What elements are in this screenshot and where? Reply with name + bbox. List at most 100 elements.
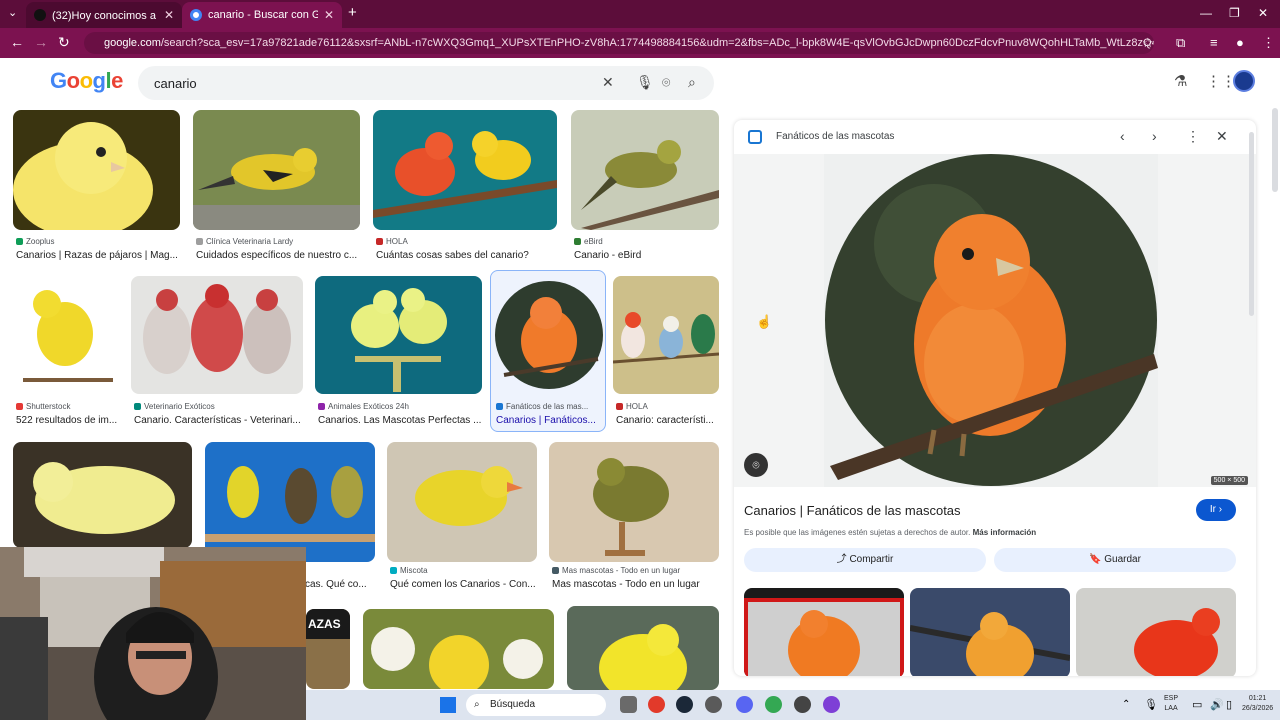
result-image[interactable] [571,110,719,230]
lens-search-icon[interactable]: ⌾ [744,453,768,477]
search-icon[interactable]: ⌕ [688,74,696,91]
panel-scrollbar[interactable] [1249,132,1254,316]
new-tab-button[interactable]: + [348,4,357,21]
related-image[interactable] [744,588,904,676]
result-tile-selected[interactable]: Fanáticos de las mas... Canarios | Fanát… [490,270,606,432]
result-image[interactable] [205,442,375,562]
extensions-icon[interactable]: ⧉ [1176,35,1185,51]
result-image[interactable] [494,275,604,397]
reload-icon[interactable]: ↻ [58,34,70,51]
result-tile[interactable]: Shutterstock 522 resultados de im... [13,276,121,426]
settings-icon[interactable] [705,696,722,713]
maximize-icon[interactable]: ❐ [1229,6,1240,20]
tray-chevron-icon[interactable]: ⌃ [1122,699,1130,710]
menu-icon[interactable]: ⋮ [1262,35,1275,51]
result-caption[interactable]: Qué comen los Canarios - Con... [390,579,538,590]
page-scrollbar[interactable] [1272,108,1278,192]
battery-icon[interactable]: ▯ [1226,698,1232,711]
result-caption[interactable]: Cuántas cosas sabes del canario? [376,250,556,261]
apps-icon[interactable]: ⋮⋮ [1206,72,1236,90]
profile-icon[interactable]: ● [1236,35,1244,50]
next-icon[interactable]: › [1152,128,1157,144]
tab-video[interactable]: (32)Hoy conocimos a María 🤍 ✕ [26,2,182,28]
close-icon[interactable]: ✕ [324,8,334,22]
result-tile[interactable]: Clínica Veterinaria Lardy Cuidados espec… [193,110,361,261]
result-caption[interactable]: Canarios | Razas de pájaros | Mag... [16,250,181,261]
tab-search-icon[interactable]: ⌄ [8,6,17,19]
more-options-icon[interactable]: ⋮ [1186,128,1200,145]
bookmark-star-icon[interactable]: ☆ [1142,35,1154,51]
preview-image[interactable] [734,154,1256,487]
tab-google-search[interactable]: canario - Buscar con Google ✕ [182,2,342,28]
search-input[interactable] [154,66,574,100]
result-image[interactable] [613,276,719,394]
panel-source[interactable]: Fanáticos de las mascotas [776,131,894,142]
forward-icon[interactable]: → [34,34,48,50]
clock[interactable]: 01:21 26/3/2026 [1242,694,1273,714]
result-tile[interactable]: HOLA Cuántas cosas sabes del canario? [373,110,559,261]
media-icon[interactable]: ≡ [1210,35,1218,50]
result-caption[interactable]: cas. Qué co... [305,579,373,590]
result-tile[interactable]: Mas mascotas - Todo en un lugar Mas masc… [549,442,720,592]
app-icon[interactable] [794,696,811,713]
result-tile[interactable]: Miscota Qué comen los Canarios - Con... [387,442,538,592]
lens-icon[interactable]: ⌾ [662,74,670,91]
result-tile[interactable]: Veterinario Exóticos Canario. Caracterís… [131,276,305,426]
result-tile[interactable]: HOLA Canario: característi... [613,276,720,426]
steam-icon[interactable] [676,696,693,713]
result-caption[interactable]: Canario - eBird [574,250,719,261]
visit-button[interactable]: Ir › [1196,499,1236,521]
network-icon[interactable]: ▭ [1192,698,1202,711]
result-tile[interactable]: eBird Canario - eBird [571,110,720,261]
result-image[interactable] [193,110,360,230]
result-image[interactable] [373,110,557,230]
result-image[interactable] [131,276,303,394]
chrome-icon[interactable] [648,696,665,713]
result-tile[interactable] [567,606,720,690]
result-image[interactable] [363,609,554,689]
google-logo[interactable]: Google [50,68,123,94]
minimize-icon[interactable]: — [1200,6,1212,20]
microphone-tray-icon[interactable]: 🎙 [1144,698,1158,711]
result-image[interactable] [567,606,719,690]
close-panel-icon[interactable]: ✕ [1216,128,1228,145]
result-caption[interactable]: Canarios | Fanáticos... [496,415,602,426]
save-button[interactable]: 🔖 Guardar [994,548,1236,572]
close-icon[interactable]: ✕ [164,8,174,22]
labs-icon[interactable]: ⚗ [1174,72,1187,90]
result-caption[interactable]: Mas mascotas - Todo en un lugar [552,579,720,590]
result-image[interactable] [315,276,482,394]
previous-icon[interactable]: ‹ [1120,128,1125,144]
result-image[interactable] [387,442,537,562]
result-caption[interactable]: 522 resultados de im... [16,415,121,426]
obs-icon[interactable] [823,696,840,713]
result-image[interactable] [13,276,120,394]
result-tile[interactable]: Zooplus Canarios | Razas de pájaros | Ma… [13,110,181,261]
result-tile[interactable]: Animales Exóticos 24h Canarios. Las Masc… [315,276,483,426]
related-image[interactable] [910,588,1070,676]
result-tile[interactable]: AZAS [306,609,350,689]
volume-icon[interactable]: 🔊 [1210,698,1224,711]
task-view-icon[interactable] [620,696,637,713]
result-tile[interactable] [13,442,193,552]
related-image[interactable] [1076,588,1236,676]
clear-icon[interactable]: ✕ [602,74,614,91]
result-tile[interactable] [363,609,555,689]
window-close-icon[interactable]: ✕ [1258,6,1268,20]
taskbar-search[interactable]: ⌕ Búsqueda [466,694,606,716]
language-indicator[interactable]: ESP LAA [1164,694,1178,714]
result-image[interactable] [13,110,180,230]
panel-title[interactable]: Canarios | Fanáticos de las mascotas [744,503,961,518]
windows-start-icon[interactable] [440,697,456,713]
share-button[interactable]: ⤴ Compartir [744,548,986,572]
result-image[interactable] [13,442,192,548]
back-icon[interactable]: ← [10,34,24,50]
result-caption[interactable]: Canario: característi... [616,415,720,426]
chrome-active-icon[interactable] [765,696,782,713]
result-caption[interactable]: Canario. Características - Veterinari... [134,415,304,426]
result-caption[interactable]: Canarios. Las Mascotas Perfectas ... [318,415,483,426]
discord-icon[interactable] [736,696,753,713]
microphone-icon[interactable]: 🎙 [636,74,654,91]
avatar[interactable] [1233,70,1255,92]
url-field[interactable]: google.com/search?sca_esv=17a97821ade761… [84,32,1154,54]
